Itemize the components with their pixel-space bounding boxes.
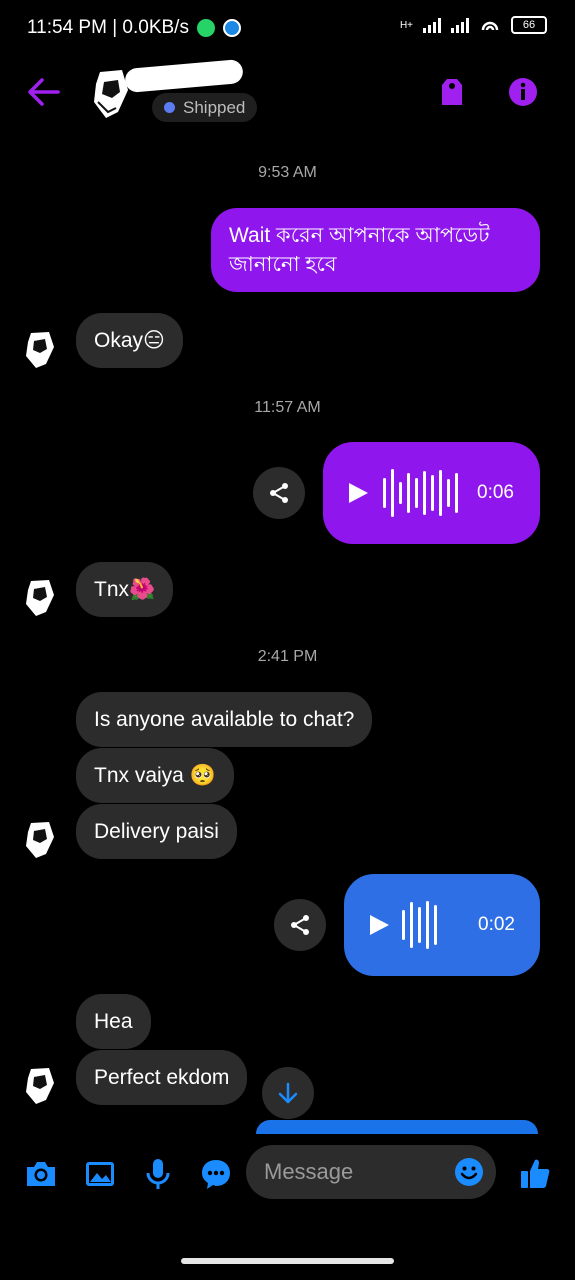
status-dot-icon [164,102,175,113]
incoming-message[interactable]: Is anyone available to chat? [76,692,373,747]
share-button[interactable] [253,467,305,519]
status-right: H+ 66 [400,16,547,34]
timestamp: 9:53 AM [258,164,317,181]
sender-avatar[interactable] [22,820,58,860]
home-indicator[interactable] [181,1258,394,1264]
hotspot-icon [481,21,499,31]
signal-icon-2 [451,17,469,33]
outgoing-message[interactable]: Wait করেন আপনাকে আপডেট জানানো হবে [211,208,540,292]
scroll-to-bottom-button[interactable] [262,1067,314,1119]
incoming-message[interactable]: Tnx vaiya 🥺 [76,748,234,803]
chat-bubble-icon[interactable] [199,1157,233,1191]
audio-waveform [383,469,458,517]
contact-name-redacted [124,58,244,94]
incoming-message[interactable]: Okay😑 [76,313,183,368]
voice-duration: 0:06 [477,482,514,503]
status-bar: 11:54 PM | 0.0KB/s H+ 66 [0,0,575,60]
incoming-message[interactable]: Tnx🌺 [76,562,174,617]
back-arrow-icon[interactable] [26,76,60,108]
contact-status-badge: Shipped [152,93,258,122]
status-left: 11:54 PM | 0.0KB/s [27,17,241,39]
outgoing-message-partial [256,1120,538,1134]
emoji-icon[interactable] [454,1157,484,1187]
message-input[interactable]: Message [246,1145,496,1199]
share-button[interactable] [274,899,326,951]
share-icon [291,915,309,935]
arrow-down-icon [278,1082,298,1104]
info-icon[interactable] [508,77,538,107]
audio-waveform [402,901,437,949]
incoming-message[interactable]: Hea [76,994,151,1049]
gallery-icon[interactable] [83,1157,117,1191]
signal-icon [423,17,441,33]
play-icon[interactable] [368,914,390,936]
message-composer: Message [0,1140,575,1210]
timestamp: 2:41 PM [257,648,318,665]
app-notification-icon [222,19,241,37]
incoming-message[interactable]: Perfect ekdom [76,1050,248,1105]
battery-icon: 66 [511,16,547,34]
sender-avatar[interactable] [22,578,58,618]
sender-avatar[interactable] [22,1066,58,1106]
whatsapp-notification-icon [196,19,215,37]
thumbs-up-icon[interactable] [518,1157,552,1191]
voice-message[interactable]: 0:06 [323,442,540,544]
camera-icon[interactable] [24,1157,58,1191]
status-time-speed: 11:54 PM | 0.0KB/s [27,17,189,38]
chat-header: Shipped [0,58,575,130]
play-icon[interactable] [347,482,369,504]
voice-message[interactable]: 0:02 [344,874,540,976]
microphone-icon[interactable] [141,1157,175,1191]
voice-duration: 0:02 [478,914,515,935]
sender-avatar[interactable] [22,330,58,370]
share-icon [270,483,288,503]
network-type: H+ [399,19,413,31]
label-tag-icon[interactable] [438,77,466,107]
timestamp: 11:57 AM [254,399,321,416]
contact-status-label: Shipped [183,97,246,117]
incoming-message[interactable]: Delivery paisi [76,804,237,859]
message-placeholder: Message [264,1159,354,1184]
